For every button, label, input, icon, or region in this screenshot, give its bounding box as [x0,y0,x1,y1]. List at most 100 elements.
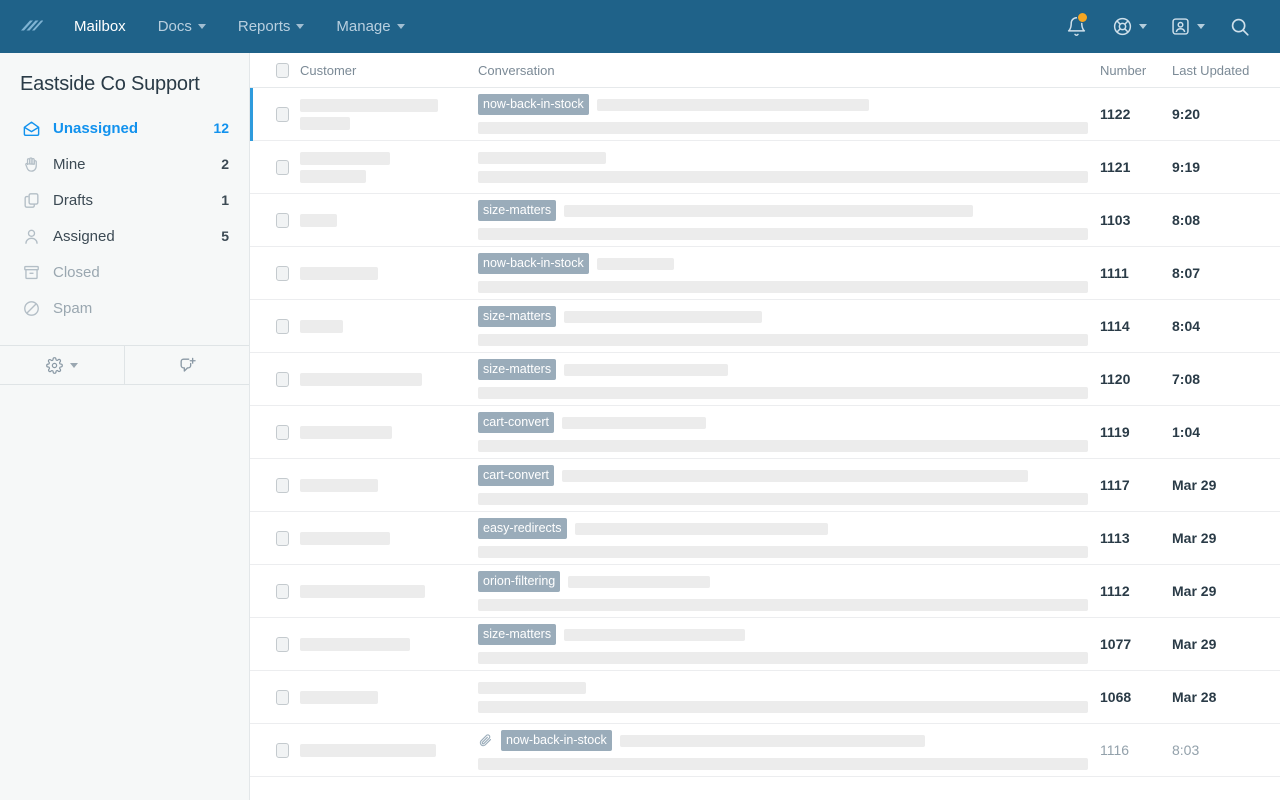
notifications-bell-button[interactable] [1054,0,1098,53]
cell-customer [300,459,478,511]
account-menu-button[interactable] [1160,0,1214,53]
row-select-cell [264,247,300,299]
sidebar-item-drafts[interactable]: Drafts 1 [0,182,249,218]
column-header-conversation[interactable]: Conversation [478,63,1100,78]
cell-customer [300,247,478,299]
table-row[interactable]: orion-filtering 1112 Mar 29 [250,565,1280,618]
row-select-checkbox[interactable] [275,265,289,281]
row-select-checkbox[interactable] [275,636,289,652]
conversation-tag[interactable]: now-back-in-stock [478,93,589,116]
sidebar-item-closed[interactable]: Closed [0,254,249,290]
table-row[interactable]: size-matters 1114 8:04 [250,300,1280,353]
column-header-number[interactable]: Number [1100,63,1172,78]
table-row[interactable]: now-back-in-stock 1116 8:03 [250,724,1280,777]
sidebar-item-assigned[interactable]: Assigned 5 [0,218,249,254]
table-header-row: Customer Conversation Number Last Update… [250,53,1280,88]
account-avatar-icon [1171,18,1189,35]
row-select-checkbox[interactable] [275,477,289,493]
cell-number: 1103 [1100,194,1172,246]
preview-placeholder-bar [478,334,1088,347]
table-row[interactable]: cart-convert 1117 Mar 29 [250,459,1280,512]
mailbox-settings-button[interactable] [0,346,124,384]
nav-brand-mailbox[interactable]: Mailbox [58,0,142,53]
row-select-checkbox[interactable] [275,742,289,758]
sidebar-item-mine[interactable]: Mine 2 [0,146,249,182]
sidebar-item-unassigned[interactable]: Unassigned 12 [0,110,249,146]
row-select-checkbox[interactable] [275,106,289,122]
table-row[interactable]: now-back-in-stock 1111 8:07 [250,247,1280,300]
preview-placeholder-bar [478,440,1088,453]
archive-box-icon [21,262,41,282]
conversation-tag[interactable]: now-back-in-stock [501,729,612,752]
table-row[interactable]: 1121 9:19 [250,141,1280,194]
conversation-number: 1119 [1100,424,1130,440]
table-row[interactable]: cart-convert 1119 1:04 [250,406,1280,459]
nav-item-docs[interactable]: Docs [142,0,222,53]
row-select-checkbox[interactable] [275,212,289,228]
sidebar-item-count: 2 [221,156,229,172]
row-select-cell [264,300,300,352]
column-header-last-updated[interactable]: Last Updated [1172,63,1280,78]
new-conversation-button[interactable] [124,346,249,384]
table-row[interactable]: 1068 Mar 28 [250,671,1280,724]
column-header-customer[interactable]: Customer [300,63,478,78]
cell-number: 1114 [1100,300,1172,352]
conversation-tag[interactable]: cart-convert [478,464,554,487]
conversation-tag[interactable]: size-matters [478,199,557,222]
conversation-tag[interactable]: size-matters [478,305,557,328]
cell-conversation [478,141,1100,193]
cell-conversation: easy-redirects [478,512,1100,564]
conversation-tag[interactable]: easy-redirects [478,517,567,540]
subject-placeholder-bar [478,151,606,164]
row-select-checkbox[interactable] [275,159,289,175]
table-row[interactable]: size-matters 1077 Mar 29 [250,618,1280,671]
chevron-down-icon [296,24,305,29]
conversation-tag[interactable]: size-matters [478,358,557,381]
cell-customer [300,353,478,405]
cell-last-updated: Mar 29 [1172,565,1280,617]
table-row[interactable]: now-back-in-stock 1122 9:20 [250,88,1280,141]
help-menu-button[interactable] [1102,0,1156,53]
row-select-checkbox[interactable] [275,530,289,546]
conversation-tag[interactable]: cart-convert [478,411,554,434]
conversation-number: 1116 [1100,742,1130,758]
row-select-checkbox[interactable] [275,371,289,387]
table-row[interactable]: easy-redirects 1113 Mar 29 [250,512,1280,565]
conversation-number: 1103 [1100,212,1131,228]
preview-placeholder-bar [478,599,1088,612]
preview-placeholder-bar [478,387,1088,400]
table-row[interactable]: size-matters 1103 8:08 [250,194,1280,247]
subject-placeholder-bar [574,522,828,535]
conversation-list: Customer Conversation Number Last Update… [250,53,1280,800]
conversation-tag[interactable]: now-back-in-stock [478,252,589,275]
customer-placeholder-bar [300,478,378,492]
select-all-checkbox[interactable] [275,62,289,78]
row-select-checkbox[interactable] [275,689,289,705]
search-button[interactable] [1218,0,1262,53]
row-select-checkbox[interactable] [275,583,289,599]
cell-conversation: size-matters [478,618,1100,670]
sidebar-item-spam[interactable]: Spam [0,290,249,326]
customer-placeholder-bar [300,690,378,704]
cell-last-updated: Mar 28 [1172,671,1280,723]
cell-number: 1112 [1100,565,1172,617]
table-row[interactable]: size-matters 1120 7:08 [250,353,1280,406]
conversation-tag[interactable]: size-matters [478,623,557,646]
conversation-tag[interactable]: orion-filtering [478,570,561,593]
row-select-checkbox[interactable] [275,424,289,440]
subject-placeholder-bar [478,681,586,694]
folder-list: Unassigned 12 Mine 2 Drafts 1 Assigned 5 Closed S… [0,110,249,326]
app-body: Eastside Co Support Unassigned 12 Mine 2 Dra… [0,53,1280,800]
nav-brand-label: Mailbox [74,18,126,35]
helpscout-logo-icon[interactable] [12,9,48,45]
nav-item-reports[interactable]: Reports [222,0,321,53]
sidebar-item-label: Unassigned [53,119,139,137]
page-title: Eastside Co Support [20,73,200,95]
conversation-number: 1122 [1100,106,1131,122]
subject-placeholder-bar [568,575,711,588]
cell-number: 1068 [1100,671,1172,723]
cell-last-updated: Mar 29 [1172,512,1280,564]
nav-item-manage[interactable]: Manage [320,0,420,53]
row-select-checkbox[interactable] [275,318,289,334]
cell-customer [300,141,478,193]
